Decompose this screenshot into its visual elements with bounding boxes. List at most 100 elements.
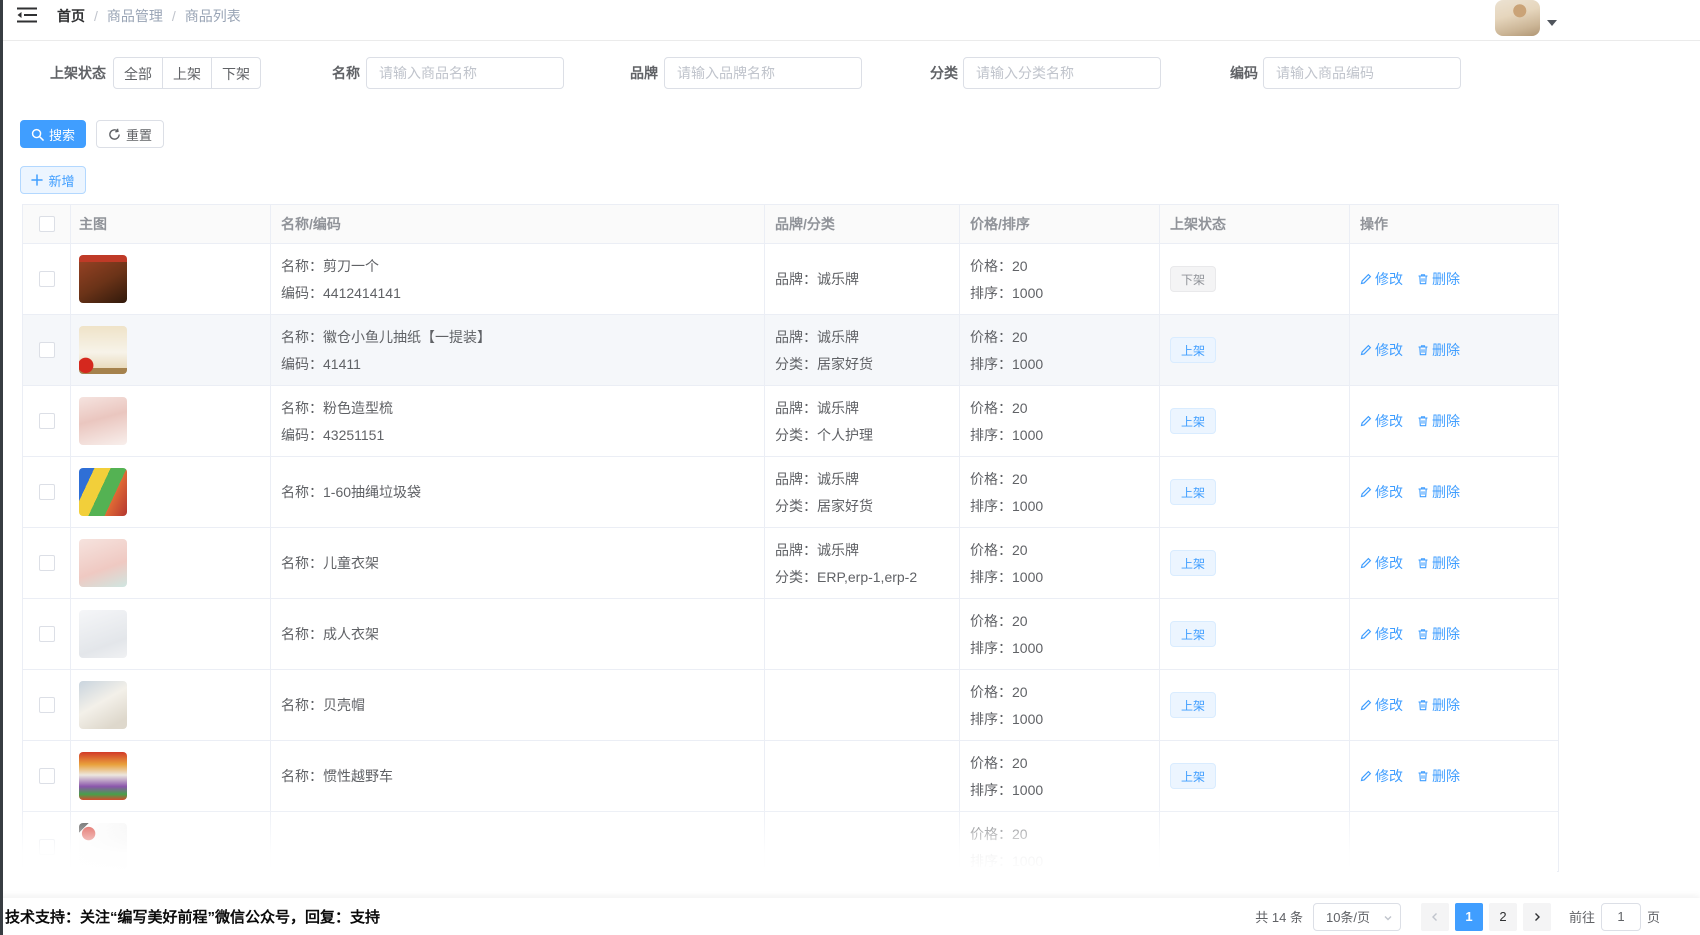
page-button-1[interactable]: 1 [1455, 903, 1483, 931]
delete-link[interactable]: 删除 [1417, 553, 1460, 573]
row-checkbox[interactable] [39, 626, 55, 642]
product-table: 主图 名称/编码 品牌/分类 价格/排序 上架状态 操作 名称：剪刀一个 编码：… [22, 204, 1559, 872]
table-row: 名称：惯性越野车 价格：20 排序：1000 上架 修改 删除 [23, 741, 1558, 812]
product-sort: 1000 [1012, 285, 1043, 301]
delete-link[interactable]: 删除 [1417, 695, 1460, 715]
breadcrumb-product-management[interactable]: 商品管理 [107, 6, 163, 26]
delete-link[interactable]: 删除 [1417, 624, 1460, 644]
product-sort: 1000 [1012, 427, 1043, 443]
delete-link[interactable]: 删除 [1417, 411, 1460, 431]
row-checkbox[interactable] [39, 484, 55, 500]
edit-link-label: 修改 [1375, 482, 1403, 502]
table-row: 名称：1-60抽绳垃圾袋 品牌：诚乐牌 分类：居家好货 价格：20 排序：100… [23, 457, 1558, 528]
search-button[interactable]: 搜索 [20, 120, 86, 148]
product-brand: 诚乐牌 [817, 540, 859, 560]
prev-page-button[interactable] [1421, 903, 1449, 931]
name-label: 名称： [281, 624, 323, 644]
table-row: 名称：儿童衣架 品牌：诚乐牌 分类：ERP,erp-1,erp-2 价格：20 … [23, 528, 1558, 599]
price-label: 价格： [970, 398, 1012, 418]
delete-link-label: 删除 [1432, 553, 1460, 573]
product-price: 20 [1012, 400, 1028, 416]
product-code: 41411 [323, 356, 361, 372]
column-header-image: 主图 [71, 205, 271, 243]
topbar: 首页 / 商品管理 / 商品列表 [3, 0, 1700, 41]
price-label: 价格： [970, 327, 1012, 347]
product-price: 20 [1012, 329, 1028, 345]
status-option-on-shelf[interactable]: 上架 [162, 57, 212, 89]
product-sort: 1000 [1012, 782, 1043, 798]
page-button-2[interactable]: 2 [1489, 903, 1517, 931]
page-size-select[interactable]: 10条/页 [1313, 903, 1401, 931]
plus-icon [31, 174, 43, 186]
edit-link-label: 修改 [1375, 766, 1403, 786]
delete-link[interactable]: 删除 [1417, 766, 1460, 786]
edit-link[interactable]: 修改 [1360, 766, 1403, 786]
sort-label: 排序： [970, 283, 1012, 303]
next-page-button[interactable] [1523, 903, 1551, 931]
reset-button[interactable]: 重置 [96, 120, 164, 148]
brand-filter-label: 品牌 [630, 57, 658, 89]
status-tag: 上架 [1170, 337, 1216, 363]
refresh-icon [108, 128, 121, 141]
name-label: 名称： [281, 482, 323, 502]
name-label: 名称： [281, 398, 323, 418]
edit-icon [1360, 415, 1372, 427]
edit-link[interactable]: 修改 [1360, 553, 1403, 573]
row-checkbox[interactable] [39, 697, 55, 713]
delete-icon [1417, 628, 1429, 640]
pagination: 共 14 条 10条/页 1 2 前往 [1255, 903, 1660, 931]
sort-label: 排序： [970, 425, 1012, 445]
brand-filter-input[interactable] [664, 57, 862, 89]
product-sort: 1000 [1012, 711, 1043, 727]
breadcrumb-home[interactable]: 首页 [57, 6, 85, 26]
product-brand: 诚乐牌 [817, 398, 859, 418]
reset-button-label: 重置 [126, 125, 152, 144]
row-checkbox[interactable] [39, 271, 55, 287]
chevron-down-icon[interactable] [1547, 20, 1557, 26]
code-label: 编码： [281, 425, 323, 445]
product-code: 4412414141 [323, 285, 401, 301]
edit-link-label: 修改 [1375, 340, 1403, 360]
select-all-checkbox[interactable] [39, 216, 55, 232]
row-checkbox[interactable] [39, 342, 55, 358]
sidebar-toggle-icon[interactable] [16, 6, 38, 24]
name-filter-input[interactable] [366, 57, 564, 89]
edit-link[interactable]: 修改 [1360, 411, 1403, 431]
edit-link[interactable]: 修改 [1360, 340, 1403, 360]
row-checkbox[interactable] [39, 555, 55, 571]
status-tag: 上架 [1170, 692, 1216, 718]
status-filter-label: 上架状态 [50, 57, 106, 89]
product-name: 惯性越野车 [323, 766, 393, 786]
status-option-off-shelf[interactable]: 下架 [211, 57, 261, 89]
category-label: 分类： [775, 354, 817, 374]
delete-link-label: 删除 [1432, 340, 1460, 360]
avatar[interactable] [1495, 0, 1540, 36]
price-label: 价格： [970, 540, 1012, 560]
goto-page-input[interactable] [1601, 903, 1641, 931]
edit-link[interactable]: 修改 [1360, 269, 1403, 289]
edit-icon [1360, 344, 1372, 356]
product-price: 20 [1012, 613, 1028, 629]
edit-link[interactable]: 修改 [1360, 482, 1403, 502]
delete-link[interactable]: 删除 [1417, 340, 1460, 360]
row-checkbox[interactable] [39, 768, 55, 784]
status-tag: 上架 [1170, 621, 1216, 647]
category-filter-input[interactable] [963, 57, 1161, 89]
product-name: 粉色造型梳 [323, 398, 393, 418]
table-header-row: 主图 名称/编码 品牌/分类 价格/排序 上架状态 操作 [23, 205, 1558, 244]
delete-link[interactable]: 删除 [1417, 482, 1460, 502]
product-sort: 1000 [1012, 356, 1043, 372]
delete-icon [1417, 699, 1429, 711]
delete-link-label: 删除 [1432, 411, 1460, 431]
status-option-all[interactable]: 全部 [113, 57, 163, 89]
code-filter-input[interactable] [1263, 57, 1461, 89]
add-button[interactable]: 新增 [20, 166, 86, 194]
edit-link-label: 修改 [1375, 553, 1403, 573]
edit-link[interactable]: 修改 [1360, 624, 1403, 644]
breadcrumb-separator: / [172, 8, 176, 24]
delete-link[interactable]: 删除 [1417, 269, 1460, 289]
collapsed-sidebar[interactable] [0, 0, 3, 935]
row-checkbox[interactable] [39, 413, 55, 429]
edit-link[interactable]: 修改 [1360, 695, 1403, 715]
sort-label: 排序： [970, 709, 1012, 729]
